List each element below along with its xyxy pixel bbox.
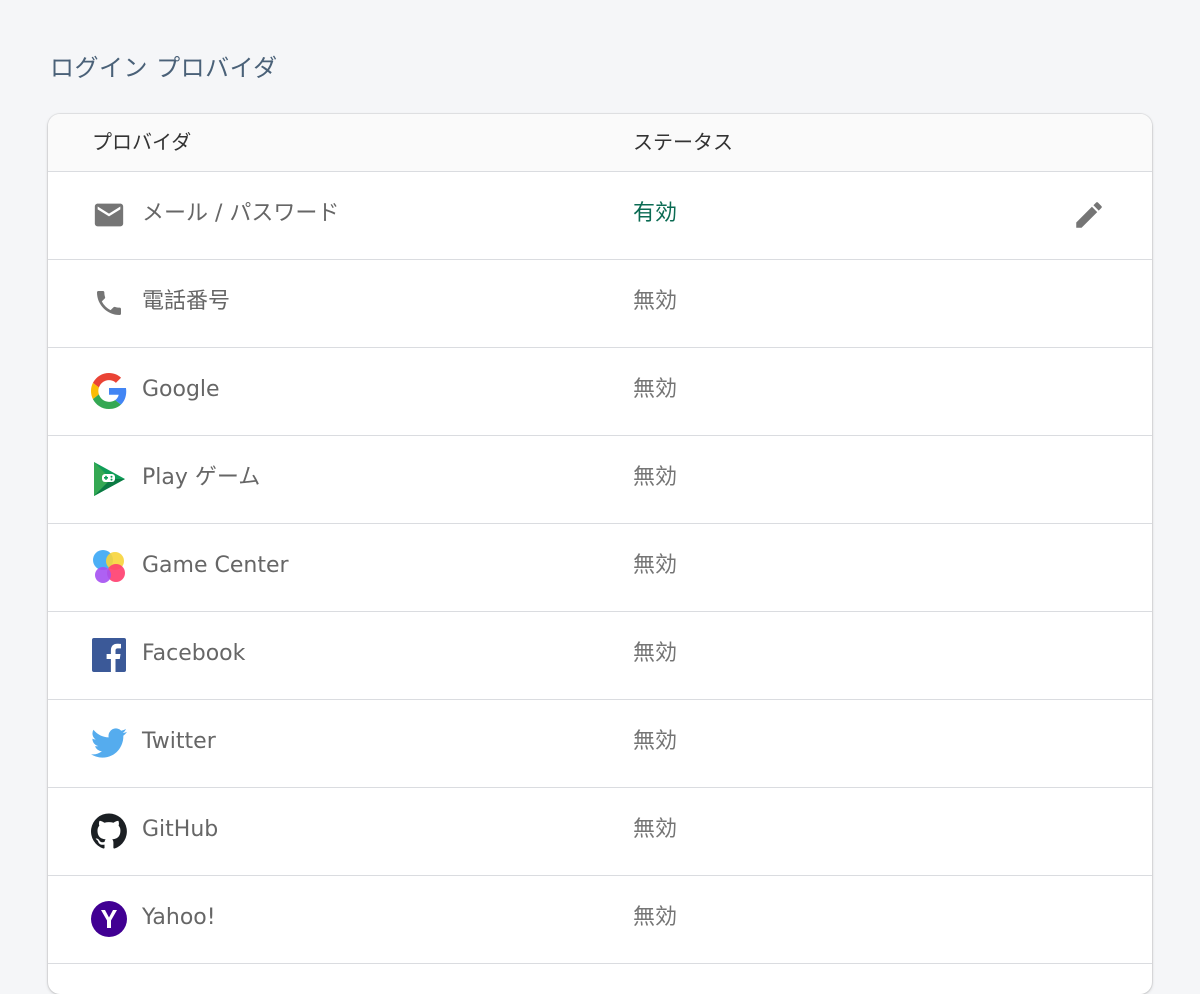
edit-pencil-icon[interactable] xyxy=(1070,196,1108,234)
yahoo-icon xyxy=(90,900,128,938)
provider-name: GitHub xyxy=(142,817,219,842)
status-badge: 無効 xyxy=(633,289,678,314)
column-header-status: ステータス xyxy=(633,130,733,154)
game-center-icon xyxy=(90,548,128,586)
status-badge: 無効 xyxy=(633,729,678,754)
provider-row-yahoo[interactable]: Yahoo! 無効 xyxy=(48,876,1152,964)
status-badge: 無効 xyxy=(633,817,678,842)
provider-row-google[interactable]: Google 無効 xyxy=(48,348,1152,436)
provider-name: Google xyxy=(142,377,220,402)
provider-row-email[interactable]: メール / パスワード 有効 xyxy=(48,172,1152,260)
github-icon xyxy=(90,812,128,850)
status-badge: 無効 xyxy=(633,465,678,490)
provider-row-game-center[interactable]: Game Center 無効 xyxy=(48,524,1152,612)
provider-row-phone[interactable]: 電話番号 無効 xyxy=(48,260,1152,348)
provider-name: 電話番号 xyxy=(142,289,231,314)
status-badge: 有効 xyxy=(633,201,678,226)
provider-name: Play ゲーム xyxy=(142,465,261,490)
status-badge: 無効 xyxy=(633,553,678,578)
phone-icon xyxy=(90,284,128,322)
table-header: プロバイダ ステータス xyxy=(48,114,1152,172)
provider-name: Yahoo! xyxy=(142,905,216,930)
status-badge: 無効 xyxy=(633,641,678,666)
twitter-icon xyxy=(90,724,128,762)
provider-row-twitter[interactable]: Twitter 無効 xyxy=(48,700,1152,788)
provider-row-play-games[interactable]: Play ゲーム 無効 xyxy=(48,436,1152,524)
provider-name: Facebook xyxy=(142,641,246,666)
play-games-icon xyxy=(90,460,128,498)
email-icon xyxy=(90,196,128,234)
provider-name: メール / パスワード xyxy=(142,201,340,226)
status-badge: 無効 xyxy=(633,905,678,930)
google-icon xyxy=(90,372,128,410)
providers-table: プロバイダ ステータス メール / パスワード 有効 電話番号 無効 Googl… xyxy=(48,114,1152,994)
column-header-provider: プロバイダ xyxy=(92,130,192,154)
provider-row-github[interactable]: GitHub 無効 xyxy=(48,788,1152,876)
provider-row-facebook[interactable]: Facebook 無効 xyxy=(48,612,1152,700)
facebook-icon xyxy=(90,636,128,674)
provider-name: Twitter xyxy=(142,729,216,754)
status-badge: 無効 xyxy=(633,377,678,402)
page-title: ログイン プロバイダ xyxy=(50,54,278,82)
provider-name: Game Center xyxy=(142,553,289,578)
